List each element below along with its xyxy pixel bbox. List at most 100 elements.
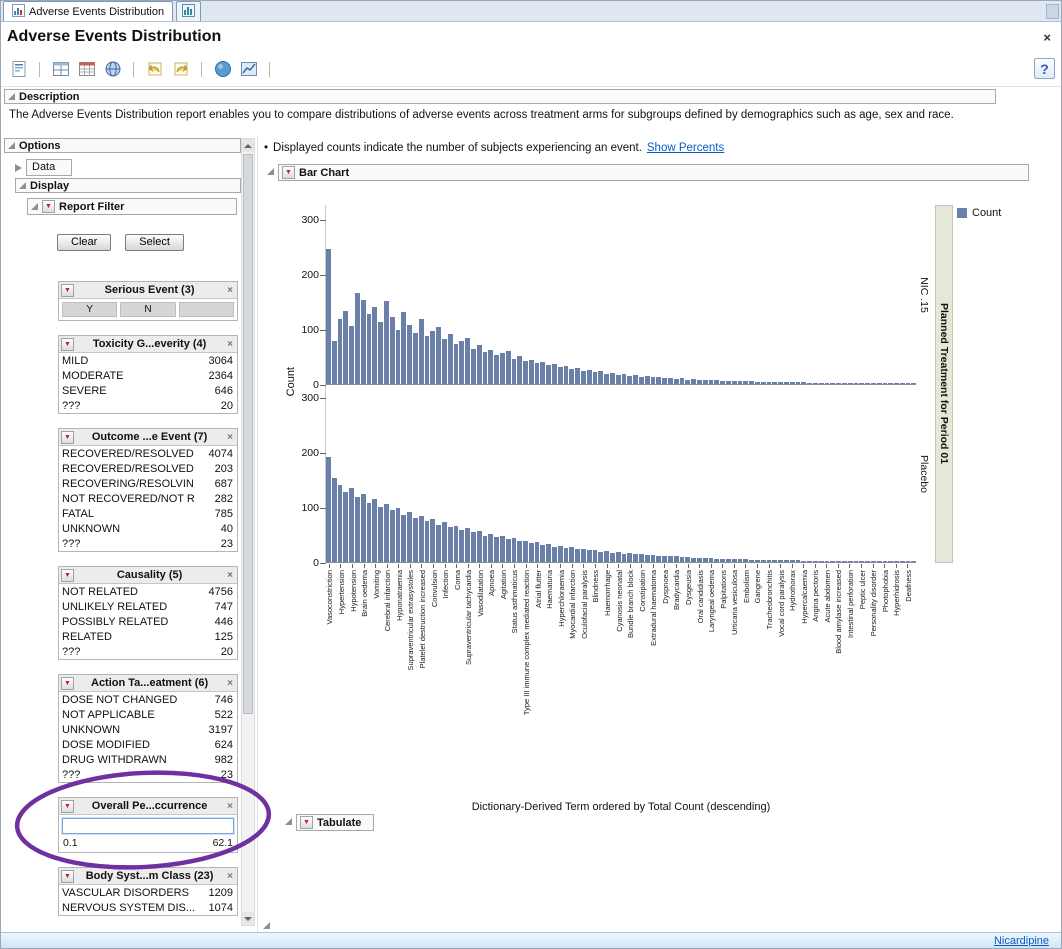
bar[interactable] [691, 558, 696, 562]
bar[interactable] [419, 319, 424, 384]
bar[interactable] [575, 368, 580, 384]
bar[interactable] [593, 550, 598, 562]
bar[interactable] [900, 561, 905, 562]
bar[interactable] [807, 561, 812, 562]
bar[interactable] [825, 561, 830, 562]
bar[interactable] [703, 558, 708, 562]
bar[interactable] [436, 327, 441, 384]
filter-row[interactable]: DOSE NOT CHANGED746 [59, 692, 237, 707]
filter-row[interactable]: MODERATE2364 [59, 368, 237, 383]
bar[interactable] [685, 557, 690, 562]
bar[interactable] [448, 334, 453, 384]
bar[interactable] [430, 519, 435, 562]
filter-close-icon[interactable]: × [225, 871, 235, 882]
help-button[interactable]: ? [1034, 58, 1055, 79]
bar[interactable] [587, 370, 592, 384]
scroll-up-icon[interactable] [242, 139, 254, 152]
filter-row[interactable]: UNLIKELY RELATED747 [59, 599, 237, 614]
bar[interactable] [540, 362, 545, 384]
red-triangle-menu-icon[interactable]: ▼ [42, 200, 55, 213]
bar[interactable] [494, 537, 499, 562]
bar[interactable] [396, 508, 401, 562]
bar[interactable] [569, 547, 574, 562]
bar[interactable] [332, 478, 337, 562]
bar[interactable] [819, 561, 824, 562]
bar[interactable] [610, 553, 615, 562]
bar[interactable] [900, 383, 905, 384]
close-icon[interactable]: × [1043, 30, 1051, 45]
bar[interactable] [384, 301, 389, 384]
bar[interactable] [854, 383, 859, 384]
bar[interactable] [372, 307, 377, 384]
bar[interactable] [425, 521, 430, 562]
bar[interactable] [639, 377, 644, 384]
tabulate-header[interactable]: ▼ Tabulate [296, 814, 374, 831]
bar[interactable] [488, 350, 493, 384]
bar[interactable] [738, 381, 743, 384]
bar[interactable] [645, 555, 650, 562]
bar[interactable] [842, 383, 847, 384]
tab-scroll-button[interactable] [1046, 4, 1059, 19]
bar[interactable] [749, 381, 754, 384]
nicardipine-link[interactable]: Nicardipine [994, 935, 1049, 947]
bar[interactable] [517, 356, 522, 384]
collapse-triangle-icon[interactable] [8, 93, 15, 100]
display-header[interactable]: Display [15, 178, 241, 193]
filter-row[interactable]: DOSE MODIFIED624 [59, 737, 237, 752]
bar[interactable] [848, 383, 853, 384]
bar[interactable] [906, 383, 911, 384]
bar[interactable] [355, 293, 360, 384]
bar[interactable] [883, 561, 888, 562]
bar[interactable] [911, 383, 916, 384]
bar[interactable] [662, 378, 667, 384]
script-back-icon[interactable] [145, 60, 164, 79]
range-filter-input[interactable] [62, 818, 234, 834]
filter-row[interactable]: NOT RECOVERED/NOT RE...282 [59, 491, 237, 506]
bar[interactable] [454, 526, 459, 562]
bar[interactable] [877, 561, 882, 562]
bar[interactable] [656, 556, 661, 562]
filter-cell[interactable]: N [120, 302, 175, 317]
bar[interactable] [616, 552, 621, 562]
bar[interactable] [587, 550, 592, 562]
bar[interactable] [517, 541, 522, 562]
bar[interactable] [726, 381, 731, 384]
filter-row[interactable]: UNKNOWN3197 [59, 722, 237, 737]
bar[interactable] [598, 371, 603, 384]
filter-row[interactable]: UNKNOWN40 [59, 521, 237, 536]
bar[interactable] [500, 536, 505, 562]
bar[interactable] [790, 560, 795, 562]
bar[interactable] [720, 559, 725, 562]
bar[interactable] [714, 380, 719, 384]
bar[interactable] [732, 381, 737, 384]
bar[interactable] [796, 382, 801, 384]
bar[interactable] [616, 375, 621, 384]
bar[interactable] [796, 560, 801, 562]
bar[interactable] [906, 561, 911, 562]
bar[interactable] [604, 374, 609, 384]
data-outline-item[interactable]: Data [15, 159, 72, 176]
filter-row[interactable]: NOT RELATED4756 [59, 584, 237, 599]
bar[interactable] [651, 555, 656, 562]
bar[interactable] [743, 381, 748, 384]
bar[interactable] [749, 560, 754, 562]
bar[interactable] [413, 518, 418, 562]
bar[interactable] [552, 364, 557, 384]
filter-row[interactable]: NERVOUS SYSTEM DIS...1074 [59, 900, 237, 915]
bar[interactable] [825, 383, 830, 384]
bar[interactable] [720, 381, 725, 384]
bar[interactable] [454, 344, 459, 384]
bar[interactable] [656, 377, 661, 384]
bar[interactable] [865, 561, 870, 562]
filter-close-icon[interactable]: × [225, 570, 235, 581]
bar[interactable] [535, 363, 540, 384]
bar[interactable] [425, 336, 430, 384]
bar[interactable] [483, 352, 488, 384]
filter-cell[interactable] [179, 302, 234, 317]
filter-row[interactable]: NOT APPLICABLE522 [59, 707, 237, 722]
bar[interactable] [326, 249, 331, 384]
bar[interactable] [778, 382, 783, 384]
bar[interactable] [807, 383, 812, 384]
bar[interactable] [378, 322, 383, 384]
bar[interactable] [633, 554, 638, 562]
